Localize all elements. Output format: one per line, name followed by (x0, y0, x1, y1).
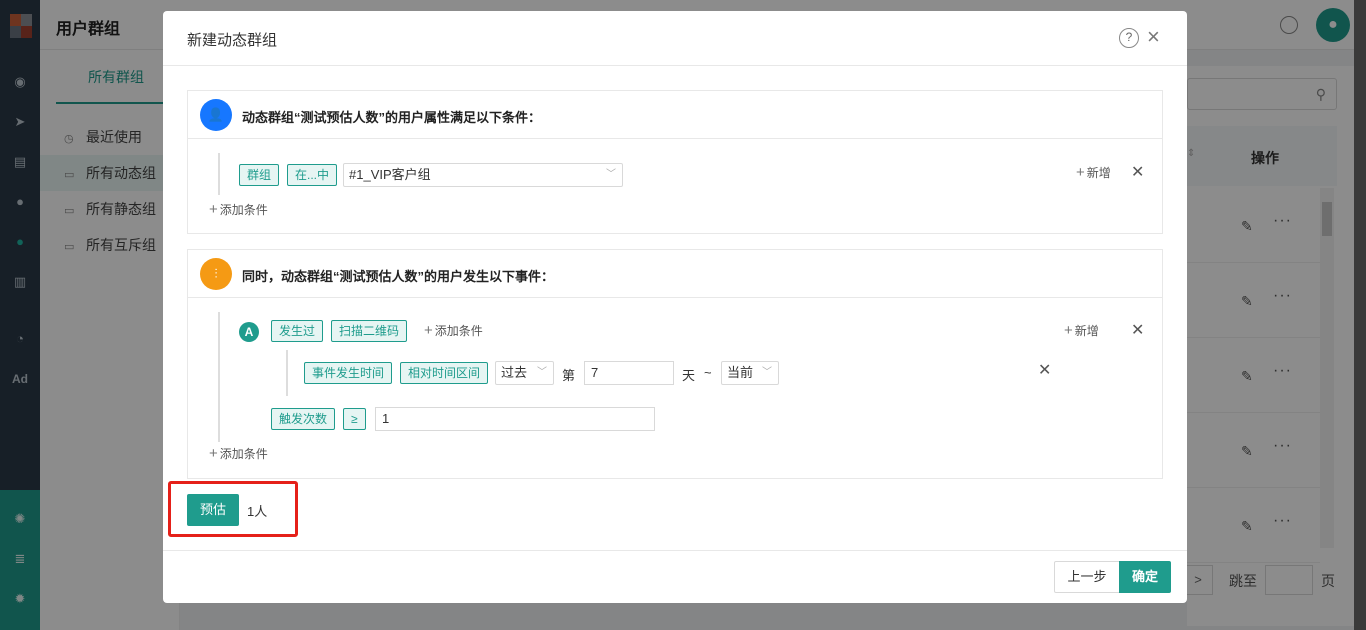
add-condition-link[interactable]: + 添加条件 (209, 201, 268, 218)
di-label: 第 (562, 368, 576, 383)
card-title: 动态群组“测试预估人数”的用户属性满足以下条件： (242, 110, 542, 125)
plus-icon: + (424, 322, 433, 339)
add-new-link[interactable]: + 新增 (1076, 164, 1111, 181)
event-icon: ⫶ (200, 258, 232, 290)
user-event-card: ⫶ 同时，动态群组“测试预估人数”的用户发生以下事件： A 发生过 扫描二维码 … (187, 249, 1163, 479)
condition-line (218, 312, 220, 442)
happened-tag[interactable]: 发生过 (271, 320, 324, 342)
now-select-value: 当前 (727, 365, 754, 380)
plus-icon: + (1076, 164, 1085, 181)
plus-icon: + (209, 201, 218, 218)
chevron-down-icon: ﹀ (537, 367, 547, 378)
create-dynamic-group-modal: 新建动态群组 ? × 👤 动态群组“测试预估人数”的用户属性满足以下条件： 群组… (163, 11, 1187, 603)
card-header: ⫶ 同时，动态群组“测试预估人数”的用户发生以下事件： (188, 250, 1162, 298)
chevron-down-icon: ﹀ (762, 367, 772, 378)
add-condition-label: 添加条件 (219, 447, 268, 461)
card-header: 👤 动态群组“测试预估人数”的用户属性满足以下条件： (188, 91, 1162, 139)
gte-tag[interactable]: ≥ (343, 408, 366, 430)
days-input[interactable]: 7 (584, 361, 674, 385)
add-condition-label: 添加条件 (219, 203, 268, 217)
count-input[interactable]: 1 (375, 407, 655, 431)
highlight-box (168, 481, 298, 537)
modal-title: 新建动态群组 (187, 32, 278, 49)
plus-icon: + (209, 445, 218, 462)
add-new-label: 新增 (1074, 324, 1099, 338)
group-select[interactable]: #1_VIP客户组 ﹀ (343, 163, 623, 187)
add-condition-link[interactable]: + 添加条件 (209, 445, 268, 462)
tilde-label: ~ (704, 365, 712, 380)
condition-line (218, 153, 220, 195)
prev-step-button[interactable]: 上一步 (1054, 561, 1120, 593)
past-select-value: 过去 (501, 365, 528, 380)
event-tag[interactable]: 扫描二维码 (331, 320, 408, 342)
modal-footer: 上一步 确定 (163, 550, 1187, 603)
add-condition-inline-link[interactable]: + 添加条件 (424, 322, 483, 339)
trigger-count-tag[interactable]: 触发次数 (271, 408, 336, 430)
group-tag[interactable]: 群组 (239, 164, 280, 186)
in-tag[interactable]: 在...中 (287, 164, 338, 186)
user-attribute-icon: 👤 (200, 99, 232, 131)
delete-icon[interactable]: ✕ (1131, 165, 1144, 181)
event-time-tag[interactable]: 事件发生时间 (304, 362, 393, 384)
add-new-link[interactable]: + 新增 (1064, 322, 1099, 339)
modal-header: 新建动态群组 ? × (163, 11, 1187, 66)
event-label-a: A (239, 322, 259, 342)
add-new-label: 新增 (1086, 166, 1111, 180)
now-select[interactable]: 当前 ﹀ (721, 361, 779, 385)
card-title: 同时，动态群组“测试预估人数”的用户发生以下事件： (242, 269, 555, 284)
close-icon[interactable]: × (1147, 25, 1160, 49)
sub-condition-line (286, 350, 288, 396)
relative-range-tag[interactable]: 相对时间区间 (400, 362, 489, 384)
plus-icon: + (1064, 322, 1073, 339)
group-select-value: #1_VIP客户组 (349, 167, 431, 182)
tian-label: 天 (682, 368, 696, 383)
delete-icon[interactable]: ✕ (1131, 323, 1144, 339)
add-condition-label: 添加条件 (434, 324, 483, 338)
confirm-button[interactable]: 确定 (1119, 561, 1171, 593)
user-attribute-card: 👤 动态群组“测试预估人数”的用户属性满足以下条件： 群组 在...中 #1_V… (187, 90, 1163, 234)
delete-icon[interactable]: ✕ (1038, 363, 1051, 379)
help-icon[interactable]: ? (1119, 28, 1139, 48)
chevron-down-icon: ﹀ (606, 169, 616, 180)
past-select[interactable]: 过去 ﹀ (495, 361, 554, 385)
